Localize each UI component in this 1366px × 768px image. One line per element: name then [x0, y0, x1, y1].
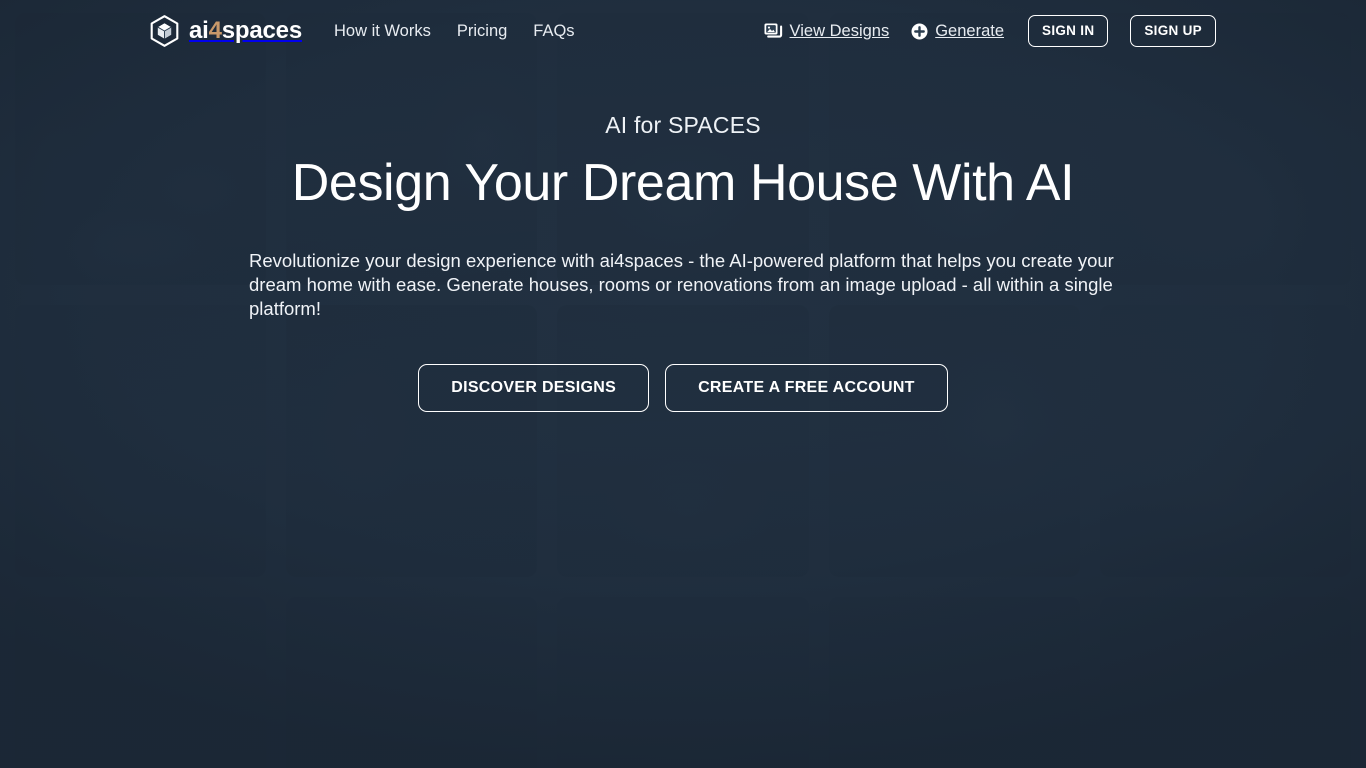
nav-action-generate-label: Generate	[935, 21, 1005, 40]
plus-circle-icon	[911, 23, 928, 39]
brand-name-prefix: ai	[189, 17, 209, 44]
hero-cta-row: DISCOVER DESIGNS CREATE A FREE ACCOUNT	[418, 364, 948, 413]
background-tile	[286, 597, 538, 768]
nav-link-faqs[interactable]: FAQs	[533, 22, 574, 41]
discover-designs-button[interactable]: DISCOVER DESIGNS	[418, 364, 650, 413]
hexagon-cube-icon	[150, 15, 179, 47]
background-tile	[1099, 597, 1351, 768]
nav-action-view-designs-label: View Designs	[789, 21, 890, 40]
nav-link-pricing[interactable]: Pricing	[457, 22, 507, 41]
hero-subcopy: Revolutionize your design experience wit…	[249, 250, 1114, 320]
background-tile	[1099, 305, 1351, 577]
brand-wordmark: ai4spaces	[189, 17, 302, 45]
create-free-account-button[interactable]: CREATE A FREE ACCOUNT	[665, 364, 948, 413]
site-header: ai4spaces How it Works Pricing FAQs View…	[0, 0, 1366, 62]
background-tile	[15, 305, 267, 577]
background-tile	[557, 597, 809, 768]
header-actions: View Designs Generate SIGN IN SIGN UP	[764, 15, 1216, 47]
background-tile	[828, 305, 1080, 577]
nav-action-generate[interactable]: Generate	[911, 22, 1004, 41]
brand-logo-link[interactable]: ai4spaces	[150, 15, 302, 47]
images-stack-icon	[764, 23, 782, 38]
brand-name-suffix: spaces	[221, 17, 302, 44]
primary-navigation: How it Works Pricing FAQs	[334, 22, 575, 41]
sign-in-button[interactable]: SIGN IN	[1028, 15, 1109, 47]
hero-eyebrow: AI for SPACES	[605, 112, 761, 138]
brand-name-accent: 4	[208, 17, 222, 44]
background-tile	[286, 305, 538, 577]
background-tile	[557, 305, 809, 577]
nav-action-view-designs[interactable]: View Designs	[764, 21, 890, 41]
nav-link-how-it-works[interactable]: How it Works	[334, 22, 431, 41]
sign-up-button[interactable]: SIGN UP	[1130, 15, 1216, 47]
background-tile	[828, 597, 1080, 768]
hero-headline: Design Your Dream House With AI	[291, 154, 1075, 212]
background-tile	[15, 597, 267, 768]
